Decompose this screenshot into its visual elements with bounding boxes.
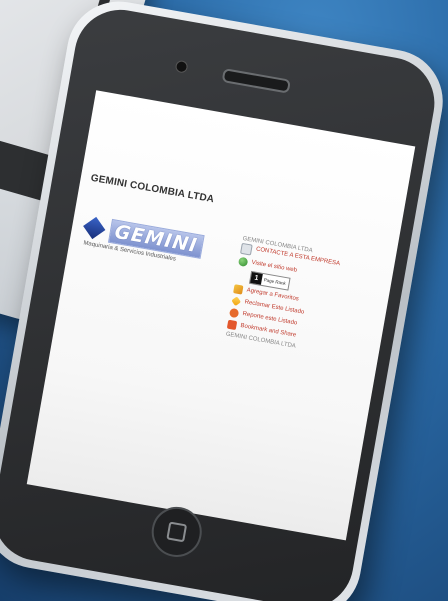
company-logo[interactable]: GEMINI Maquinaria & Servicios Industrial… xyxy=(79,214,213,268)
home-square-icon xyxy=(166,521,188,543)
report-icon xyxy=(228,307,240,319)
pagerank-label: Page Rank xyxy=(263,277,287,287)
listing-sidebar: GEMINI COLOMBIA LTDA CONTACTE A ESTA EMP… xyxy=(225,236,387,363)
scene-background: GEMINI COLOMBIA LTDA GEMINI Maquinaria &… xyxy=(0,0,448,601)
logo-diamond-icon xyxy=(83,216,106,240)
earpiece-speaker xyxy=(221,68,291,94)
phone-screen: GEMINI COLOMBIA LTDA GEMINI Maquinaria &… xyxy=(26,90,416,541)
phone-front: GEMINI COLOMBIA LTDA GEMINI Maquinaria &… xyxy=(0,2,442,601)
phone: GEMINI COLOMBIA LTDA GEMINI Maquinaria &… xyxy=(0,0,448,601)
favorites-icon xyxy=(233,284,244,295)
globe-icon xyxy=(237,256,249,268)
bookmark-share-icon xyxy=(226,319,238,331)
claim-icon xyxy=(231,296,242,307)
contact-card-icon xyxy=(240,242,253,256)
front-camera-icon xyxy=(174,59,189,74)
page-title: GEMINI COLOMBIA LTDA xyxy=(89,172,216,206)
